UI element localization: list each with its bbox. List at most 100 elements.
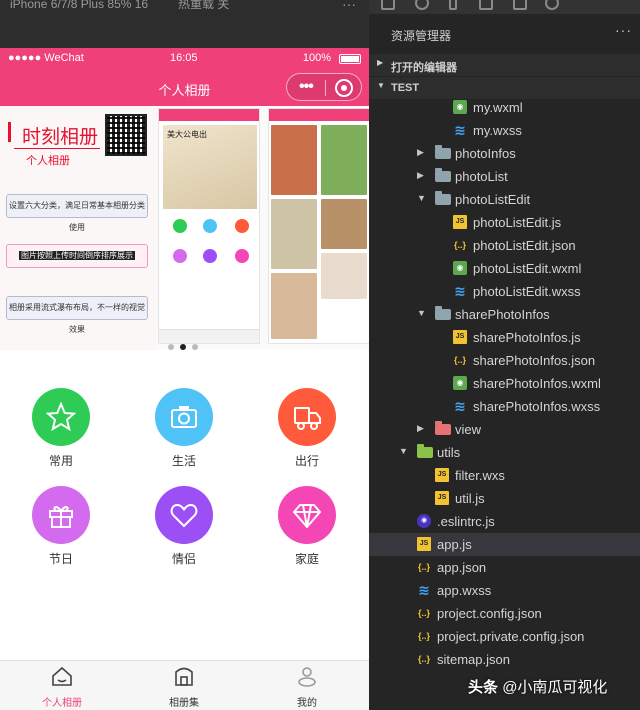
tree-file[interactable]: ≋ my.wxss: [369, 119, 640, 142]
chevron-down-icon[interactable]: ▼: [417, 193, 426, 203]
nav-bar: 个人相册 •••: [0, 70, 369, 106]
json-file-icon: {..}: [417, 654, 430, 664]
folder-icon: [435, 168, 451, 182]
promo-title: 时刻相册: [22, 126, 99, 148]
star-icon: [46, 402, 76, 432]
tree-folder[interactable]: ▼ utils: [369, 441, 640, 464]
gallery-photo: [321, 253, 367, 299]
promo-divider: [14, 148, 100, 149]
category-jieri[interactable]: 节日: [16, 486, 106, 567]
tree-file[interactable]: ≋ app.wxss: [369, 579, 640, 602]
gallery-photo: [271, 125, 317, 195]
tree-folder[interactable]: ▼ sharePhotoInfos: [369, 303, 640, 326]
tree-file[interactable]: {..} sitemap.json: [369, 648, 640, 671]
explorer-title: 资源管理器: [391, 29, 452, 43]
tree-item-label: photoListEdit: [455, 192, 531, 207]
swiper-indicator: [168, 337, 204, 350]
category-icon-bg: [32, 486, 90, 544]
gallery-photo: [271, 199, 317, 269]
category-changyong[interactable]: 常用: [16, 388, 106, 469]
category-label: 出行: [294, 454, 319, 468]
search-icon[interactable]: [415, 0, 429, 10]
tree-file[interactable]: ◉ photoListEdit.wxml: [369, 257, 640, 280]
tree-folder[interactable]: ▶ photoList: [369, 165, 640, 188]
tree-file[interactable]: ◉ my.wxml: [369, 96, 640, 119]
tree-item-label: util.js: [455, 491, 485, 506]
tree-file[interactable]: ◉ sharePhotoInfos.wxml: [369, 372, 640, 395]
banner-swiper[interactable]: 时刻相册 个人相册 设置六大分类，满足日常基本相册分类使用 图片按照上传时间倒序…: [0, 106, 369, 350]
category-icon-bg: [32, 388, 90, 446]
tree-file[interactable]: JS filter.wxs: [369, 464, 640, 487]
category-chuxing[interactable]: 出行: [262, 388, 352, 469]
category-qinglv[interactable]: 情侣: [139, 486, 229, 567]
gallery-photo: [321, 125, 367, 195]
tab-personal-album[interactable]: 个人相册: [22, 665, 102, 709]
open-editors-section[interactable]: ▶ 打开的编辑器: [369, 54, 640, 76]
category-label: 家庭: [294, 552, 319, 566]
category-label: 生活: [171, 454, 196, 468]
tab-mine[interactable]: 我的: [267, 665, 347, 709]
feature-box: 设置六大分类，满足日常基本相册分类使用: [6, 194, 148, 232]
save-icon[interactable]: [513, 0, 527, 10]
chevron-down-icon[interactable]: ▼: [417, 308, 426, 318]
tree-file[interactable]: JS util.js: [369, 487, 640, 510]
tree-file[interactable]: JS photoListEdit.js: [369, 211, 640, 234]
tree-file[interactable]: {..} photoListEdit.json: [369, 234, 640, 257]
category-label: 常用: [48, 454, 73, 468]
battery-icon: [339, 54, 361, 64]
category-icon-bg: [155, 388, 213, 446]
tree-file[interactable]: {..} project.config.json: [369, 602, 640, 625]
tree-folder[interactable]: ▶ photoInfos: [369, 142, 640, 165]
home-icon: [52, 666, 72, 686]
tree-file[interactable]: {..} project.private.config.json: [369, 625, 640, 648]
hot-reload-select[interactable]: 热重载 关: [178, 0, 229, 10]
tree-folder[interactable]: ▼ photoListEdit: [369, 188, 640, 211]
source-control-icon[interactable]: [449, 0, 457, 10]
tree-item-label: sharePhotoInfos.wxss: [473, 399, 601, 414]
chevron-down-icon[interactable]: ▼: [399, 446, 408, 456]
tree-file[interactable]: JS sharePhotoInfos.js: [369, 326, 640, 349]
chevron-right-icon[interactable]: ▶: [417, 423, 424, 434]
category-shenghuo[interactable]: 生活: [139, 388, 229, 469]
file-explorer-panel: 资源管理器 ··· ▶ 打开的编辑器 ▼ TEST ◉ my.wxml ≋ my.wx…: [369, 0, 640, 710]
category-label: 节日: [48, 552, 73, 566]
tree-item-label: utils: [437, 445, 461, 460]
tree-folder[interactable]: ▶ view: [369, 418, 640, 441]
carrier-label: ●●●●● WeChat: [8, 52, 84, 64]
tree-item-label: view: [455, 422, 482, 437]
explorer-icon[interactable]: [381, 0, 395, 10]
more-icon[interactable]: ···: [342, 0, 356, 11]
more-menu-icon[interactable]: •••: [299, 78, 314, 96]
tree-file[interactable]: JS app.js: [369, 533, 640, 556]
tab-album-set[interactable]: 相册集: [144, 665, 224, 709]
tree-file[interactable]: ◉ .eslintrc.js: [369, 510, 640, 533]
wxss-file-icon: ≋: [454, 283, 466, 299]
folder-icon: [435, 306, 451, 320]
wxml-file-icon: ◉: [453, 376, 467, 390]
phone-status-bar: ●●●●● WeChat 16:05 100%: [0, 48, 369, 70]
js-file-icon: JS: [435, 468, 449, 482]
chevron-right-icon[interactable]: ▶: [417, 170, 424, 181]
tree-item-label: photoListEdit.wxss: [473, 284, 581, 299]
camera-icon: [203, 219, 217, 233]
chevron-right-icon[interactable]: ▶: [417, 147, 424, 158]
tree-item-label: project.config.json: [437, 606, 542, 621]
indicator-dot[interactable]: [192, 344, 198, 350]
close-target-icon[interactable]: [335, 79, 353, 97]
tree-file[interactable]: ≋ photoListEdit.wxss: [369, 280, 640, 303]
debug-icon[interactable]: [545, 0, 559, 10]
feature-box: 图片按照上传时间倒序排序展示: [6, 244, 148, 268]
tree-file[interactable]: {..} sharePhotoInfos.json: [369, 349, 640, 372]
category-jiating[interactable]: 家庭: [262, 486, 352, 567]
project-name: TEST: [391, 82, 420, 94]
indicator-dot-active[interactable]: [180, 344, 186, 350]
tree-item-label: photoList: [455, 169, 508, 184]
extensions-icon[interactable]: [479, 0, 493, 10]
camera-icon: [171, 406, 197, 428]
device-select[interactable]: iPhone 6/7/8 Plus 85% 16: [10, 0, 148, 10]
explorer-more-icon[interactable]: ···: [615, 22, 632, 38]
phone-preview-gallery: [268, 108, 369, 344]
tree-file[interactable]: {..} app.json: [369, 556, 640, 579]
indicator-dot[interactable]: [168, 344, 174, 350]
tree-file[interactable]: ≋ sharePhotoInfos.wxss: [369, 395, 640, 418]
